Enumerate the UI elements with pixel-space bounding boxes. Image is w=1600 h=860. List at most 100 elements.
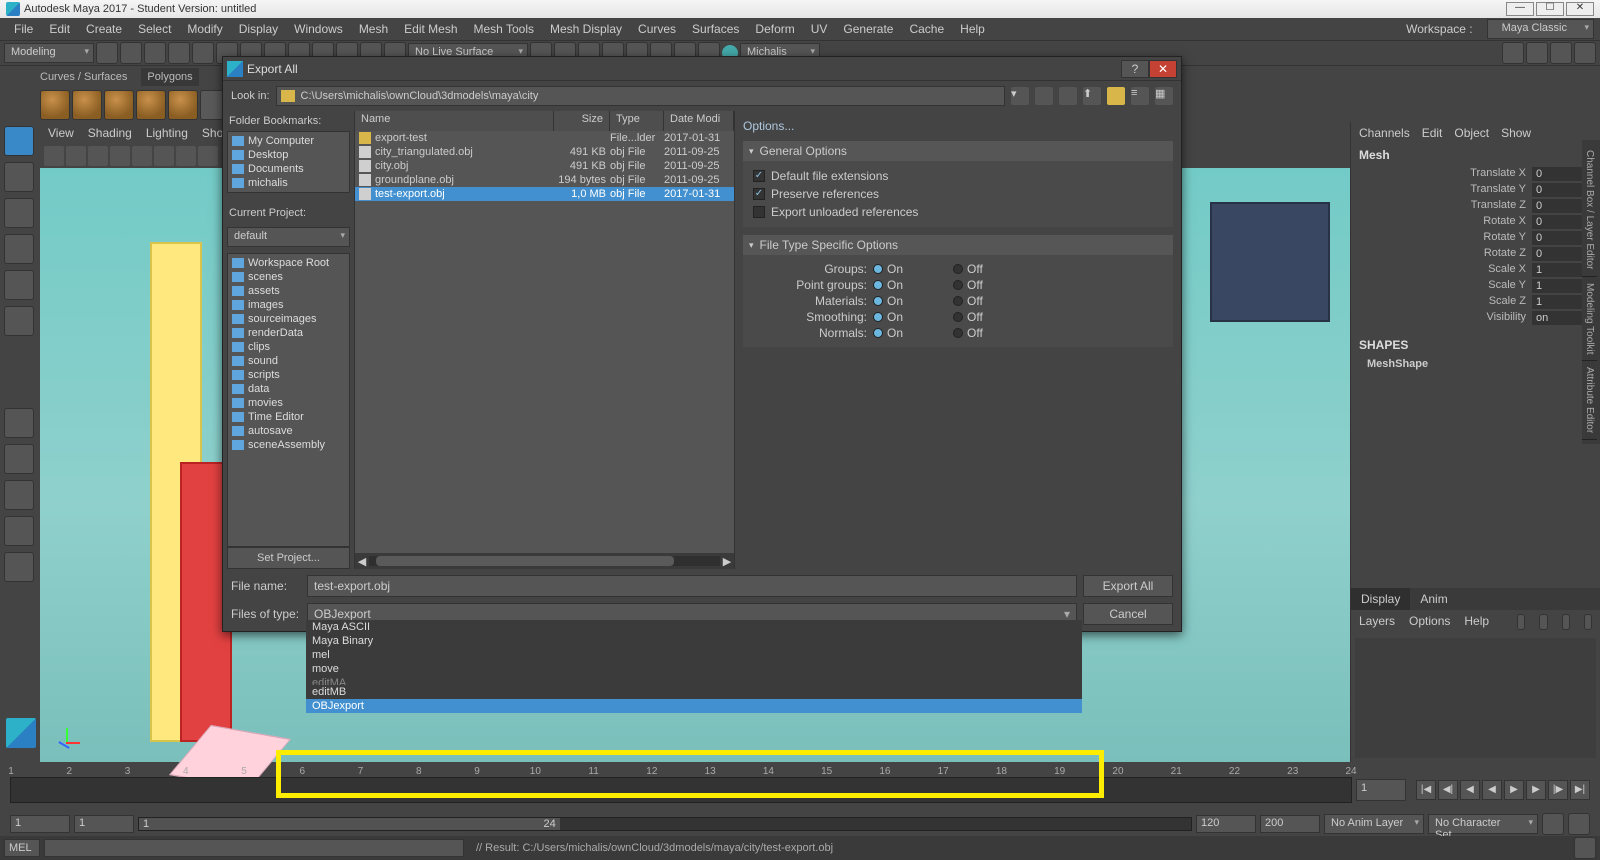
shelf-cone-icon[interactable] [136, 90, 166, 120]
view-thumbs-icon[interactable]: ▦ [1155, 87, 1173, 105]
menu-deform[interactable]: Deform [747, 22, 802, 36]
script-editor-icon[interactable] [1574, 837, 1596, 859]
project-folder-item[interactable]: scripts [230, 368, 347, 382]
play-back-button[interactable]: ◀ [1482, 780, 1502, 800]
channel-node-name[interactable]: Mesh [1351, 144, 1600, 166]
range-start-field[interactable]: 1 [10, 815, 70, 833]
menu-file[interactable]: File [6, 22, 41, 36]
step-forward-key-button[interactable]: |▶ [1548, 780, 1568, 800]
panel-menu-view[interactable]: View [48, 126, 74, 140]
workspace-dropdown[interactable]: Maya Classic [1487, 19, 1594, 39]
project-folder-item[interactable]: Workspace Root [230, 256, 347, 270]
options-link[interactable]: Options... [743, 115, 1173, 137]
bookmark-item[interactable]: Documents [230, 162, 347, 176]
undo-icon[interactable] [168, 42, 190, 64]
step-forward-button[interactable]: ▶ [1526, 780, 1546, 800]
channel-tab-edit[interactable]: Edit [1422, 126, 1443, 140]
step-back-key-button[interactable]: ◀| [1438, 780, 1458, 800]
menu-meshtools[interactable]: Mesh Tools [466, 22, 542, 36]
dialog-help-button[interactable]: ? [1121, 60, 1149, 78]
cancel-button[interactable]: Cancel [1083, 603, 1173, 625]
play-forward-button[interactable]: ▶ [1504, 780, 1524, 800]
export-all-button[interactable]: Export All [1083, 575, 1173, 597]
view-list-icon[interactable]: ≡ [1131, 87, 1149, 105]
save-scene-icon[interactable] [144, 42, 166, 64]
filetype-dropdown-list[interactable]: Maya ASCIIMaya BinarymelmoveeditMAeditMB… [306, 620, 1082, 713]
bookmark-item[interactable]: My Computer [230, 134, 347, 148]
current-frame-field[interactable]: 1 [1356, 779, 1406, 801]
script-mode-button[interactable]: MEL [4, 839, 40, 857]
goto-start-button[interactable]: |◀ [1416, 780, 1436, 800]
vp-shaded-icon[interactable] [176, 146, 196, 166]
file-row[interactable]: export-testFile...lder2017-01-31 [355, 131, 734, 145]
menu-create[interactable]: Create [78, 22, 130, 36]
file-row[interactable]: city.obj491 KBobj File2011-09-25 [355, 159, 734, 173]
close-window-button[interactable]: ✕ [1566, 2, 1594, 16]
col-type[interactable]: Type [610, 111, 664, 131]
scroll-left-icon[interactable]: ◀ [355, 555, 369, 568]
layer-sub-layers[interactable]: Layers [1359, 614, 1395, 630]
radio-on[interactable]: On [873, 310, 953, 324]
vp-lights-icon[interactable] [198, 146, 218, 166]
layout-four-icon[interactable] [4, 444, 34, 474]
menu-modify[interactable]: Modify [179, 22, 230, 36]
radio-off[interactable]: Off [953, 262, 1033, 276]
panel-menu-shading[interactable]: Shading [88, 126, 132, 140]
file-row[interactable]: test-export.obj1,0 MBobj File2017-01-31 [355, 187, 734, 201]
vp-image-plane-icon[interactable] [88, 146, 108, 166]
scroll-right-icon[interactable]: ▶ [720, 555, 734, 568]
checkbox-row[interactable]: ✓Default file extensions [753, 167, 1163, 185]
layout-two-stack-icon[interactable] [4, 516, 34, 546]
menu-editmesh[interactable]: Edit Mesh [396, 22, 465, 36]
shelf-tab-curves[interactable]: Curves / Surfaces [40, 71, 127, 83]
bookmark-item[interactable]: Desktop [230, 148, 347, 162]
fps-field[interactable]: 200 [1260, 815, 1320, 833]
layer-icon4[interactable] [1584, 614, 1592, 630]
shelf-tab-polygons[interactable]: Polygons [141, 68, 198, 86]
menu-cache[interactable]: Cache [901, 22, 952, 36]
project-folder-item[interactable]: sourceimages [230, 312, 347, 326]
vp-select-cam-icon[interactable] [44, 146, 64, 166]
range-track[interactable]: 124 [138, 817, 1192, 831]
file-row[interactable]: groundplane.obj194 bytesobj File2011-09-… [355, 173, 734, 187]
vp-gate-icon[interactable] [132, 146, 152, 166]
file-list-scrollbar[interactable]: ◀ ▶ [355, 553, 734, 569]
vp-grid-icon[interactable] [110, 146, 130, 166]
file-list-header[interactable]: Name Size Type Date Modi [355, 111, 734, 131]
layout-single-icon[interactable] [4, 408, 34, 438]
layer-icon1[interactable] [1517, 614, 1525, 630]
channel-tab-object[interactable]: Object [1454, 126, 1489, 140]
new-scene-icon[interactable] [96, 42, 118, 64]
layer-icon2[interactable] [1539, 614, 1547, 630]
sidetab-modelingtoolkit[interactable]: Modeling Toolkit [1582, 277, 1597, 362]
project-folder-item[interactable]: movies [230, 396, 347, 410]
filetype-option[interactable]: Maya ASCII [306, 620, 1082, 634]
menu-mesh[interactable]: Mesh [351, 22, 396, 36]
goto-end-button[interactable]: ▶| [1570, 780, 1590, 800]
file-row[interactable]: city_triangulated.obj491 KBobj File2011-… [355, 145, 734, 159]
playback-end-field[interactable]: 120 [1196, 815, 1256, 833]
new-folder-icon[interactable] [1107, 87, 1125, 105]
open-scene-icon[interactable] [120, 42, 142, 64]
autokey-icon[interactable] [1542, 813, 1564, 835]
menu-windows[interactable]: Windows [286, 22, 351, 36]
project-folder-item[interactable]: assets [230, 284, 347, 298]
project-folder-item[interactable]: sceneAssembly [230, 438, 347, 452]
checkbox-row[interactable]: Export unloaded references [753, 203, 1163, 221]
sidetab-channelbox[interactable]: Channel Box / Layer Editor [1582, 144, 1597, 277]
panel-menu-lighting[interactable]: Lighting [146, 126, 188, 140]
checkbox-icon[interactable]: ✓ [753, 170, 765, 182]
shelf-sphere-icon[interactable] [40, 90, 70, 120]
character-set-dropdown[interactable]: No Character Set [1428, 814, 1538, 834]
nav-up-icon[interactable]: ⬆ [1083, 87, 1101, 105]
col-size[interactable]: Size [554, 111, 610, 131]
radio-off[interactable]: Off [953, 294, 1033, 308]
menu-generate[interactable]: Generate [835, 22, 901, 36]
layout-outliner-icon[interactable] [4, 552, 34, 582]
checkbox-icon[interactable] [753, 206, 765, 218]
lasso-tool-icon[interactable] [4, 162, 34, 192]
menu-curves[interactable]: Curves [630, 22, 684, 36]
layer-tab-anim[interactable]: Anim [1410, 588, 1457, 610]
radio-off[interactable]: Off [953, 326, 1033, 340]
layout-two-side-icon[interactable] [4, 480, 34, 510]
